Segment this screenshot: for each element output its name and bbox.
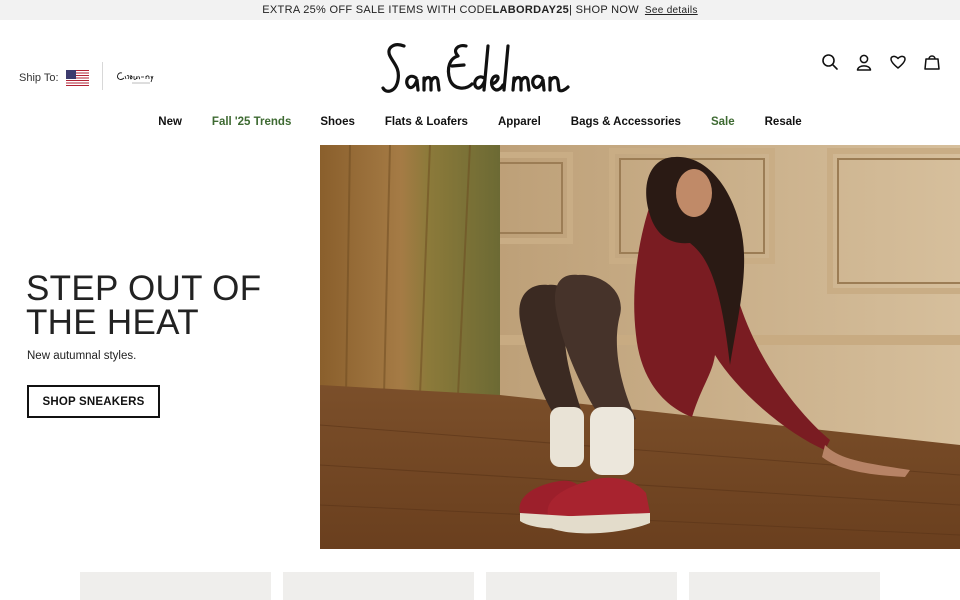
us-flag-icon[interactable] [65, 70, 89, 86]
hero-photo [320, 145, 960, 549]
ship-to-selector[interactable]: Ship To: [19, 70, 89, 86]
nav-flats-loafers[interactable]: Flats & Loafers [385, 116, 468, 128]
circus-ny-logo[interactable] [116, 68, 166, 88]
hero-title: STEP OUT OF THE HEAT [26, 269, 262, 342]
header-divider [102, 62, 103, 90]
nav-new[interactable]: New [158, 116, 182, 128]
nav-sale[interactable]: Sale [711, 116, 735, 128]
shop-sneakers-button[interactable]: SHOP SNEAKERS [27, 385, 160, 418]
hero-subtitle: New autumnal styles. [27, 350, 137, 362]
search-icon[interactable] [820, 52, 840, 72]
nav-apparel[interactable]: Apparel [498, 116, 541, 128]
nav-shoes[interactable]: Shoes [320, 116, 355, 128]
circus-ny-wordmark [117, 72, 154, 84]
product-tile[interactable] [486, 572, 677, 600]
promo-shop-now[interactable]: | SHOP NOW [569, 4, 639, 16]
sam-edelman-wordmark [381, 43, 570, 93]
account-icon[interactable] [854, 52, 874, 72]
product-tile[interactable] [80, 572, 271, 600]
hero-image[interactable] [320, 145, 960, 549]
bag-icon[interactable] [922, 52, 942, 72]
see-details-link[interactable]: See details [645, 5, 698, 16]
product-tile[interactable] [283, 572, 474, 600]
nav-resale[interactable]: Resale [765, 116, 802, 128]
product-tile[interactable] [689, 572, 880, 600]
main-nav: New Fall '25 Trends Shoes Flats & Loafer… [0, 116, 960, 128]
heart-icon[interactable] [888, 52, 908, 72]
nav-fall-25-trends[interactable]: Fall '25 Trends [212, 116, 291, 128]
brand-logo[interactable] [380, 40, 572, 98]
nav-bags-accessories[interactable]: Bags & Accessories [571, 116, 681, 128]
ship-to-label: Ship To: [19, 72, 59, 84]
promo-text: EXTRA 25% OFF SALE ITEMS WITH CODE [262, 4, 493, 16]
promo-bar[interactable]: EXTRA 25% OFF SALE ITEMS WITH CODE LABOR… [0, 0, 960, 20]
header-icons [820, 52, 942, 72]
promo-code: LABORDAY25 [492, 4, 570, 16]
